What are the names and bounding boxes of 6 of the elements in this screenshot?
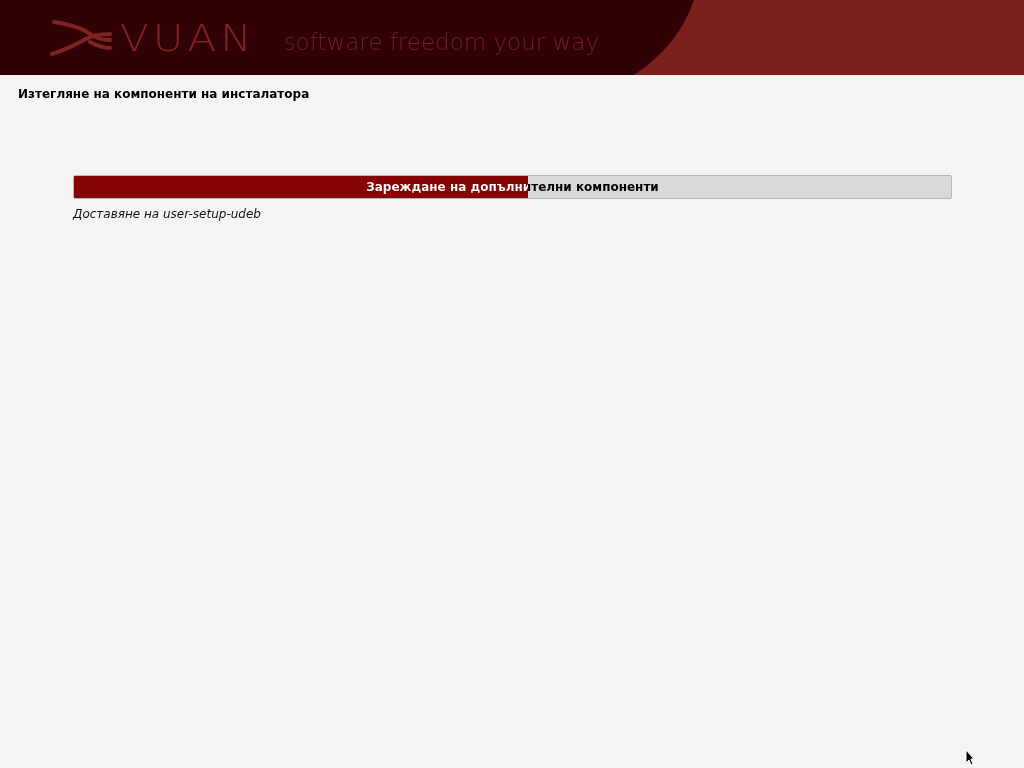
- status-text: Доставяне на user-setup-udeb: [73, 207, 262, 221]
- mouse-cursor-icon: [965, 749, 975, 766]
- logo-swirl-icon: [50, 17, 112, 58]
- logo: VUAN: [120, 15, 256, 60]
- step-title: Изтегляне на компоненти на инсталатора: [17, 86, 311, 101]
- tagline: software freedom your way: [283, 28, 599, 55]
